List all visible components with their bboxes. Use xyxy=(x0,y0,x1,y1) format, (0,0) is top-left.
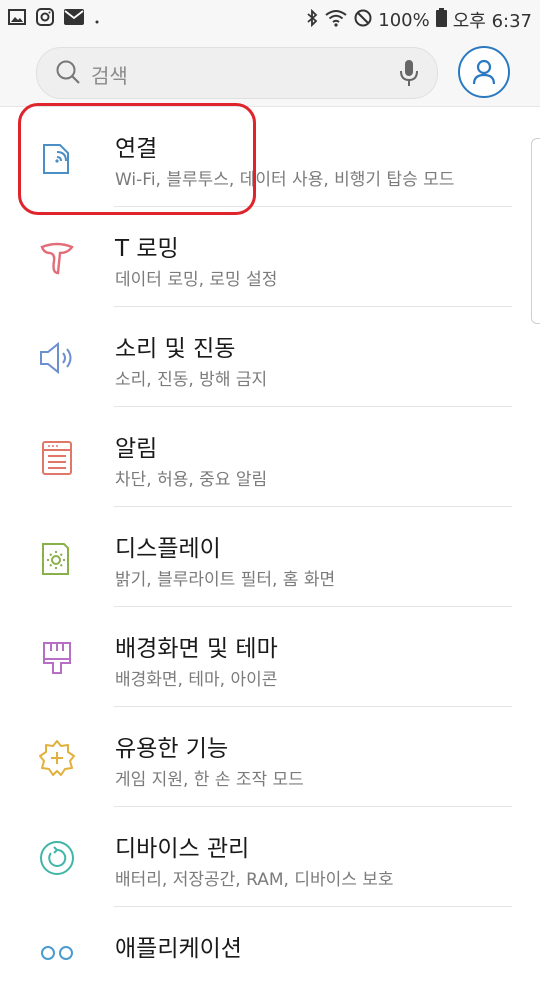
gear-plus-icon xyxy=(38,739,76,777)
settings-item-subtitle: 데이터 로밍, 로밍 설정 xyxy=(115,270,278,290)
settings-item-notifications[interactable]: 알림 차단, 허용, 중요 알림 xyxy=(0,407,540,507)
settings-item-subtitle: Wi-Fi, 블루투스, 데이터 사용, 비행기 탑승 모드 xyxy=(115,170,455,190)
display-icon xyxy=(38,539,76,577)
speaker-icon xyxy=(38,339,76,377)
settings-header: 검색 xyxy=(0,38,540,107)
settings-item-title: 애플리케이션 xyxy=(115,936,242,962)
settings-item-sound[interactable]: 소리 및 진동 소리, 진동, 방해 금지 xyxy=(0,307,540,407)
settings-item-wallpaper[interactable]: 배경화면 및 테마 배경화면, 테마, 아이콘 xyxy=(0,607,540,707)
instagram-icon xyxy=(36,8,54,30)
gallery-icon xyxy=(8,9,26,29)
search-bar[interactable]: 검색 xyxy=(36,47,438,99)
settings-item-title: T 로밍 xyxy=(115,236,179,262)
settings-item-connections[interactable]: 연결 Wi-Fi, 블루투스, 데이터 사용, 비행기 탑승 모드 xyxy=(0,107,540,207)
notification-icon xyxy=(38,439,76,477)
settings-item-subtitle: 차단, 허용, 중요 알림 xyxy=(115,470,268,490)
device-care-icon xyxy=(38,839,76,877)
search-icon xyxy=(55,59,81,89)
do-not-disturb-icon xyxy=(354,9,372,32)
mail-icon xyxy=(64,9,84,29)
scrollbar[interactable] xyxy=(531,138,540,324)
settings-list: 연결 Wi-Fi, 블루투스, 데이터 사용, 비행기 탑승 모드 T 로밍 데… xyxy=(0,107,540,1007)
settings-item-title: 알림 xyxy=(115,436,158,462)
settings-item-title: 디바이스 관리 xyxy=(115,836,250,862)
settings-item-title: 연결 xyxy=(115,136,158,162)
settings-item-display[interactable]: 디스플레이 밝기, 블루라이트 필터, 홈 화면 xyxy=(0,507,540,607)
settings-item-title: 유용한 기능 xyxy=(115,736,229,762)
apps-icon xyxy=(38,939,76,977)
settings-item-title: 배경화면 및 테마 xyxy=(115,636,278,662)
settings-item-apps[interactable]: 애플리케이션 xyxy=(0,907,540,1007)
battery-percent: 100% xyxy=(378,9,430,31)
battery-icon xyxy=(435,8,447,32)
bluetooth-icon xyxy=(306,8,318,32)
settings-item-subtitle: 게임 지원, 한 손 조작 모드 xyxy=(115,770,304,790)
settings-item-advanced-features[interactable]: 유용한 기능 게임 지원, 한 손 조작 모드 xyxy=(0,707,540,807)
microphone-icon[interactable] xyxy=(399,58,419,92)
settings-item-title: 디스플레이 xyxy=(115,536,221,562)
dot-icon xyxy=(94,10,100,29)
clock: 오후 6:37 xyxy=(452,11,532,32)
brush-icon xyxy=(38,639,76,677)
settings-item-subtitle: 밝기, 블루라이트 필터, 홈 화면 xyxy=(115,570,336,590)
search-input[interactable]: 검색 xyxy=(91,60,128,89)
troaming-icon xyxy=(38,239,76,277)
status-bar: 100% 오후 6:37 xyxy=(0,0,540,38)
wifi-icon xyxy=(324,9,348,32)
settings-item-subtitle: 소리, 진동, 방해 금지 xyxy=(115,370,268,390)
settings-item-subtitle: 배터리, 저장공간, RAM, 디바이스 보호 xyxy=(115,870,394,890)
profile-button[interactable] xyxy=(458,46,510,98)
connection-icon xyxy=(38,139,76,177)
settings-item-subtitle: 배경화면, 테마, 아이콘 xyxy=(115,670,278,690)
settings-item-device-care[interactable]: 디바이스 관리 배터리, 저장공간, RAM, 디바이스 보호 xyxy=(0,807,540,907)
settings-item-troaming[interactable]: T 로밍 데이터 로밍, 로밍 설정 xyxy=(0,207,540,307)
account-icon xyxy=(472,59,496,85)
settings-item-title: 소리 및 진동 xyxy=(115,336,236,362)
